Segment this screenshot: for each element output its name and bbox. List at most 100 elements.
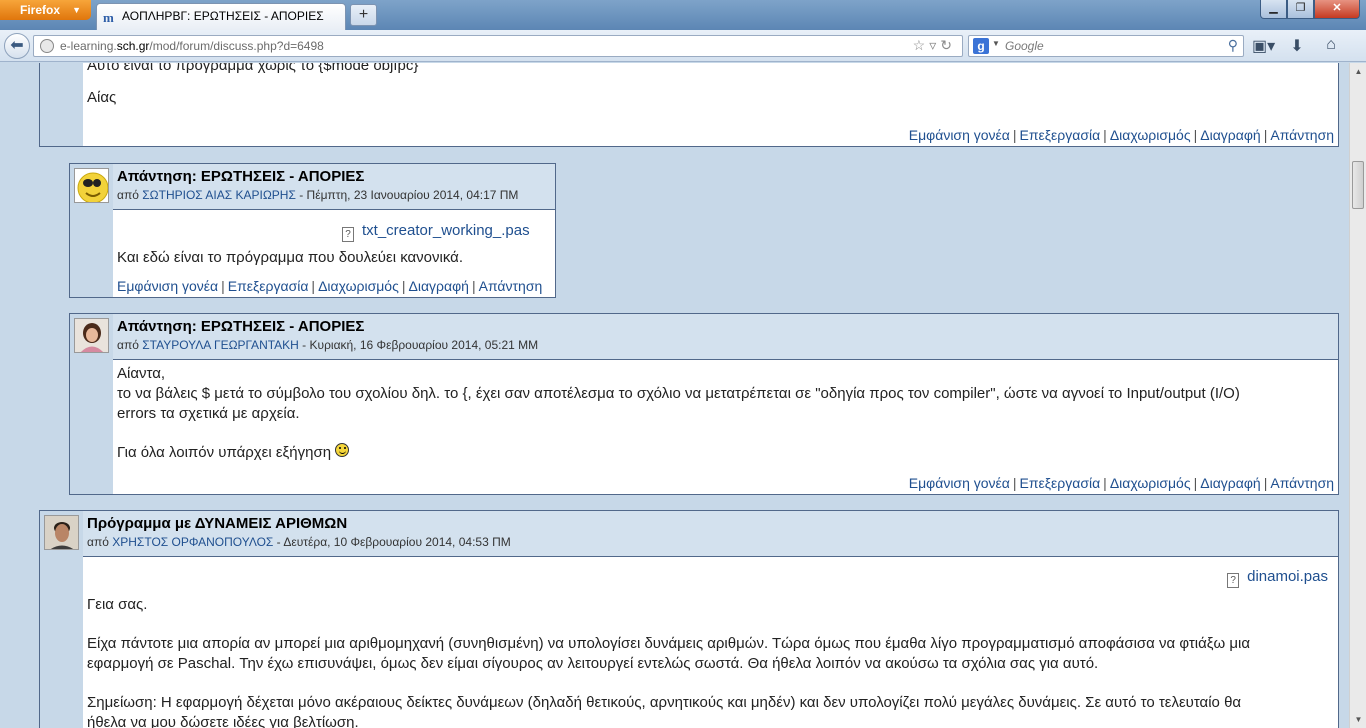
maximize-icon[interactable]: ❐ — [1287, 0, 1314, 19]
post-text-line: errors τα σχετικά με αρχεία. — [117, 405, 300, 422]
avatar[interactable] — [44, 515, 79, 550]
attachment: ? dinamoi.pas — [1227, 568, 1328, 588]
home-icon[interactable]: ⌂ — [1320, 36, 1342, 56]
delete-link[interactable]: Διαγραφή — [1200, 475, 1260, 491]
back-button[interactable]: ⬅ — [4, 33, 30, 59]
new-tab-button[interactable]: + — [350, 4, 377, 26]
smiley-emoticon-icon — [335, 443, 350, 457]
user-photo-icon — [75, 319, 108, 352]
post-text-line: Σημείωση: Η εφαρμογή δέχεται μόνο ακέραι… — [87, 694, 1242, 711]
vertical-scrollbar[interactable]: ▲ ▼ — [1349, 63, 1366, 728]
by-label: από — [117, 338, 139, 352]
globe-icon — [40, 39, 54, 53]
post-byline: από ΣΩΤΗΡΙΟΣ ΑΙΑΣ ΚΑΡΙΩΡΗΣ - Πέμπτη, 23 … — [117, 188, 555, 202]
bookmarks-menu-icon[interactable]: ▣▾ — [1252, 36, 1275, 56]
google-engine-icon[interactable]: g — [973, 38, 989, 54]
post-date: - Δευτέρα, 10 Φεβρουαρίου 2014, 04:53 ΠΜ — [273, 535, 511, 549]
delete-link[interactable]: Διαγραφή — [408, 278, 468, 294]
post-commands: Εμφάνιση γονέα | Επεξεργασία | Διαχωρισμός | Δ… — [908, 127, 1334, 143]
by-label: από — [87, 535, 109, 549]
minimize-icon[interactable]: ▁ — [1260, 0, 1287, 19]
post-subject: Πρόγραμμα με ΔΥΝΑΜΕΙΣ ΑΡΙΘΜΩΝ — [87, 515, 348, 532]
tab-title: ΑΟΠΛΗΡΒΓ: ΕΡΩΤΗΣΕΙΣ - ΑΠΟΡΙΕΣ — [122, 9, 324, 23]
avatar[interactable] — [74, 168, 109, 203]
post-text-line: Για όλα λοιπόν υπάρχει εξήγηση — [117, 443, 350, 463]
post-commands: Εμφάνιση γονέα | Επεξεργασία | Διαχωρισμός | Δ… — [117, 278, 543, 294]
author-link[interactable]: ΣΤΑΥΡΟΥΛΑ ΓΕΩΡΓΑΝΤΑΚΗ — [142, 338, 299, 352]
scrollbar-thumb[interactable] — [1352, 161, 1364, 209]
post-byline: από ΧΡΗΣΤΟΣ ΟΡΦΑΝΟΠΟΥΛΟΣ - Δευτέρα, 10 Φ… — [87, 535, 1338, 549]
post-header: Πρόγραμμα με ΔΥΝΑΜΕΙΣ ΑΡΙΘΜΩΝ από ΧΡΗΣΤΟ… — [83, 511, 1338, 557]
reply-link[interactable]: Απάντηση — [1270, 127, 1334, 143]
post-text-line: το να βάλεις $ μετά το σύμβολο του σχολί… — [117, 385, 1240, 402]
scroll-up-icon[interactable]: ▲ — [1350, 63, 1366, 80]
forum-post-top: Αυτό είναι το πρόγραμμα χωρίς το {$mode … — [39, 63, 1339, 147]
reply-link[interactable]: Απάντηση — [1270, 475, 1334, 491]
forum-page: Αυτό είναι το πρόγραμμα χωρίς το {$mode … — [0, 63, 1349, 728]
attachment: ? txt_creator_working_.pas — [342, 222, 530, 242]
post-subject: Απάντηση: ΕΡΩΤΗΣΕΙΣ - ΑΠΟΡΙΕΣ — [117, 168, 365, 185]
post-text-line: Αυτό είναι το πρόγραμμα χωρίς το {$mode … — [87, 63, 419, 74]
scroll-down-icon[interactable]: ▼ — [1350, 711, 1366, 728]
post-date: - Κυριακή, 16 Φεβρουαρίου 2014, 05:21 ΜΜ — [298, 338, 539, 352]
forum-post-discussion: Πρόγραμμα με ΔΥΝΑΜΕΙΣ ΑΡΙΘΜΩΝ από ΧΡΗΣΤΟ… — [39, 510, 1339, 728]
edit-link[interactable]: Επεξεργασία — [1020, 475, 1101, 491]
post-text: Και εδώ είναι το πρόγραμμα που δουλεύει … — [117, 249, 464, 266]
navigation-bar: ⬅ e-learning.sch.gr/mod/forum/discuss.ph… — [0, 30, 1366, 62]
post-byline: από ΣΤΑΥΡΟΥΛΑ ΓΕΩΡΓΑΝΤΑΚΗ - Κυριακή, 16 … — [117, 338, 1338, 352]
post-body: Αυτό είναι το πρόγραμμα χωρίς το {$mode … — [83, 63, 1338, 146]
author-link[interactable]: ΣΩΤΗΡΙΟΣ ΑΙΑΣ ΚΑΡΙΩΡΗΣ — [142, 188, 296, 202]
post-commands: Εμφάνιση γονέα | Επεξεργασία | Διαχωρισμός | Δ… — [908, 475, 1334, 491]
nav-toolbar: ▣▾ ⬇ ⌂ — [1252, 36, 1342, 56]
attachment-link[interactable]: txt_creator_working_.pas — [362, 222, 530, 239]
smiley-avatar-icon — [77, 172, 108, 202]
post-header: Απάντηση: ΕΡΩΤΗΣΕΙΣ - ΑΠΟΡΙΕΣ από ΣΩΤΗΡΙ… — [113, 164, 555, 210]
show-parent-link[interactable]: Εμφάνιση γονέα — [909, 127, 1010, 143]
attachment-link[interactable]: dinamoi.pas — [1247, 568, 1328, 585]
file-icon: ? — [342, 227, 354, 242]
title-bar: Firefox ▼ m ΑΟΠΛΗΡΒΓ: ΕΡΩΤΗΣΕΙΣ - ΑΠΟΡΙΕΣ… — [0, 0, 1366, 30]
post-text-line: ήθελα να μου δώσετε ιδέες για βελτίωση. — [87, 714, 359, 728]
edit-link[interactable]: Επεξεργασία — [1020, 127, 1101, 143]
close-icon[interactable]: ✕ — [1314, 0, 1360, 19]
split-link[interactable]: Διαχωρισμός — [1110, 127, 1191, 143]
post-date: - Πέμπτη, 23 Ιανουαρίου 2014, 04:17 ΠΜ — [295, 188, 519, 202]
moodle-favicon-icon: m — [103, 10, 114, 25]
delete-link[interactable]: Διαγραφή — [1200, 127, 1260, 143]
bookmark-star-icon[interactable]: ☆ — [913, 37, 930, 53]
post-text-line: Είχα πάντοτε μια απορία αν μπορεί μια αρ… — [87, 635, 1251, 652]
url-domain: sch.gr — [116, 39, 150, 53]
post-header: Απάντηση: ΕΡΩΤΗΣΕΙΣ - ΑΠΟΡΙΕΣ από ΣΤΑΥΡΟ… — [113, 314, 1338, 360]
search-icon[interactable]: ⚲ — [1228, 37, 1238, 54]
post-subject: Απάντηση: ΕΡΩΤΗΣΕΙΣ - ΑΠΟΡΙΕΣ — [117, 318, 365, 335]
url-bar-icons: ☆▿↻ — [913, 37, 956, 54]
show-parent-link[interactable]: Εμφάνιση γονέα — [117, 278, 218, 294]
avatar[interactable] — [74, 318, 109, 353]
post-greeting: Γεια σας. — [87, 596, 148, 613]
browser-tab-active[interactable]: m ΑΟΠΛΗΡΒΓ: ΕΡΩΤΗΣΕΙΣ - ΑΠΟΡΙΕΣ — [96, 3, 346, 30]
edit-link[interactable]: Επεξεργασία — [228, 278, 309, 294]
search-bar[interactable]: g ▼ Google ⚲ — [968, 35, 1244, 57]
author-link[interactable]: ΧΡΗΣΤΟΣ ΟΡΦΑΝΟΠΟΥΛΟΣ — [112, 535, 273, 549]
show-parent-link[interactable]: Εμφάνιση γονέα — [909, 475, 1010, 491]
url-path: /mod/forum/discuss.php?d=6498 — [149, 39, 324, 53]
reload-icon[interactable]: ↻ — [940, 37, 956, 53]
history-dropdown-icon[interactable]: ▿ — [929, 37, 940, 53]
engine-dropdown-icon[interactable]: ▼ — [992, 39, 1000, 48]
reply-link[interactable]: Απάντηση — [479, 278, 543, 294]
url-bar[interactable]: e-learning.sch.gr/mod/forum/discuss.php?… — [33, 35, 963, 57]
split-link[interactable]: Διαχωρισμός — [318, 278, 399, 294]
user-photo-icon — [45, 516, 78, 549]
dropdown-arrow-icon: ▼ — [72, 5, 81, 15]
firefox-menu-label: Firefox — [20, 3, 61, 17]
post-body: Αίαντα, το να βάλεις $ μετά το σύμβολο τ… — [113, 360, 1338, 494]
split-link[interactable]: Διαχωρισμός — [1110, 475, 1191, 491]
post-signature: Αίας — [87, 89, 117, 106]
forum-post-reply-2: Απάντηση: ΕΡΩΤΗΣΕΙΣ - ΑΠΟΡΙΕΣ από ΣΤΑΥΡΟ… — [69, 313, 1339, 495]
search-placeholder: Google — [1005, 39, 1044, 53]
forum-post-reply-1: Απάντηση: ΕΡΩΤΗΣΕΙΣ - ΑΠΟΡΙΕΣ από ΣΩΤΗΡΙ… — [69, 163, 556, 298]
by-label: από — [117, 188, 139, 202]
downloads-icon[interactable]: ⬇ — [1286, 36, 1308, 56]
url-domain-prefix: e-learning. — [60, 39, 117, 53]
firefox-menu-button[interactable]: Firefox ▼ — [0, 0, 91, 20]
